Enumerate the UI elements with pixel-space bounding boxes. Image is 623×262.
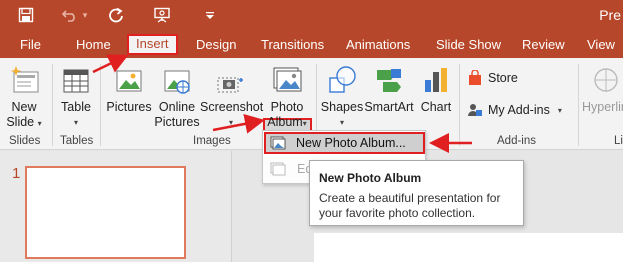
edit-photo-album-icon <box>270 162 286 176</box>
my-addins-button[interactable]: My Add-ins ▾ <box>467 102 571 118</box>
group-label-images: Images <box>193 135 231 147</box>
group-divider <box>459 64 460 146</box>
screenshot-button[interactable]: Screenshot ▾ <box>200 64 264 130</box>
save-icon[interactable] <box>14 4 38 26</box>
group-divider <box>100 64 101 146</box>
tooltip-title: New Photo Album <box>319 171 422 185</box>
chevron-down-icon: ▾ <box>37 119 42 128</box>
table-button[interactable]: Table ▾ <box>58 64 94 130</box>
table-label: Table <box>61 100 91 114</box>
chevron-down-icon: ▾ <box>302 119 307 128</box>
store-label: Store <box>488 70 518 85</box>
slides-pane: 1 <box>0 151 232 262</box>
shapes-icon <box>326 64 358 96</box>
new-photo-album-icon <box>270 136 286 150</box>
chart-icon <box>420 64 452 96</box>
hyperlink-label: Hyperlin <box>582 100 623 114</box>
new-photo-album-menu-item[interactable]: New Photo Album... <box>264 132 425 154</box>
online-pictures-label-2: Pictures <box>154 115 200 129</box>
pictures-label: Pictures <box>106 100 152 114</box>
chevron-down-icon: ▾ <box>557 105 562 115</box>
slide-number: 1 <box>12 165 21 182</box>
tab-view[interactable]: View <box>587 37 615 57</box>
group-label-links: Li <box>614 135 623 147</box>
group-label-tables: Tables <box>60 135 94 147</box>
tooltip-body-line-2: your favorite photo collection. <box>319 206 476 220</box>
shapes-label: Shapes <box>320 100 364 114</box>
online-pictures-icon <box>161 64 193 96</box>
redo-icon[interactable] <box>104 4 128 26</box>
group-divider <box>578 64 579 146</box>
new-slide-button[interactable]: New Slide ▾ <box>4 64 44 131</box>
new-slide-icon <box>8 64 40 96</box>
tab-design[interactable]: Design <box>196 37 236 57</box>
ribbon-tabs: File Home Insert Design Transitions Anim… <box>0 32 623 58</box>
screenshot-icon <box>215 64 247 96</box>
slide-thumbnail[interactable] <box>25 166 186 259</box>
pictures-button[interactable]: Pictures <box>105 64 153 115</box>
photo-album-icon <box>271 64 303 96</box>
online-pictures-button[interactable]: Online Pictures <box>154 64 200 130</box>
smartart-label: SmartArt <box>364 100 414 114</box>
photo-album-label-1: Photo <box>270 100 304 114</box>
online-pictures-label-1: Online <box>158 100 196 114</box>
tooltip-body-line-1: Create a beautiful presentation for <box>319 191 501 205</box>
photo-album-label-2: Album <box>267 115 303 129</box>
table-icon <box>61 64 91 96</box>
group-divider <box>52 64 53 146</box>
window-title: Pre <box>599 7 621 23</box>
undo-dropdown-icon[interactable]: ▾ <box>78 4 92 26</box>
shapes-button[interactable]: Shapes ▾ <box>320 64 364 130</box>
tooltip: New Photo Album Create a beautiful prese… <box>309 160 524 226</box>
tab-transitions[interactable]: Transitions <box>261 37 324 57</box>
tab-slide-show[interactable]: Slide Show <box>436 37 501 57</box>
chevron-down-icon: ▾ <box>228 118 233 127</box>
smartart-button[interactable]: SmartArt <box>363 64 415 115</box>
chevron-down-icon: ▾ <box>73 118 78 127</box>
new-slide-label-2: Slide <box>6 115 35 129</box>
tab-file[interactable]: File <box>20 37 41 57</box>
store-icon <box>467 69 483 86</box>
chart-label: Chart <box>420 100 452 114</box>
customize-qat-icon[interactable] <box>198 4 222 26</box>
group-label-addins: Add-ins <box>497 135 536 147</box>
pictures-icon <box>113 64 145 96</box>
my-addins-label: My Add-ins <box>488 102 550 117</box>
tab-home[interactable]: Home <box>76 37 111 57</box>
title-bar: ▾ Pre <box>0 0 623 32</box>
new-photo-album-label: New Photo Album... <box>296 136 406 150</box>
new-slide-label-1: New <box>11 100 37 114</box>
present-from-start-icon[interactable] <box>150 4 174 26</box>
chart-button[interactable]: Chart <box>418 64 454 115</box>
powerpoint-window: ▾ Pre File Home Insert Design Transition… <box>0 0 623 262</box>
tab-review[interactable]: Review <box>522 37 565 57</box>
hyperlink-icon <box>590 64 622 96</box>
hyperlink-button[interactable]: Hyperlin <box>582 64 623 115</box>
photo-album-button[interactable]: Photo Album▾ <box>264 64 310 131</box>
group-label-slides: Slides <box>9 135 41 147</box>
slide-canvas[interactable] <box>314 233 623 262</box>
my-addins-icon <box>467 102 483 118</box>
store-button[interactable]: Store <box>467 69 537 86</box>
tab-insert[interactable]: Insert <box>127 34 178 55</box>
tab-animations[interactable]: Animations <box>346 37 410 57</box>
smartart-icon <box>373 64 405 96</box>
screenshot-label: Screenshot <box>200 100 264 114</box>
chevron-down-icon: ▾ <box>339 118 344 127</box>
